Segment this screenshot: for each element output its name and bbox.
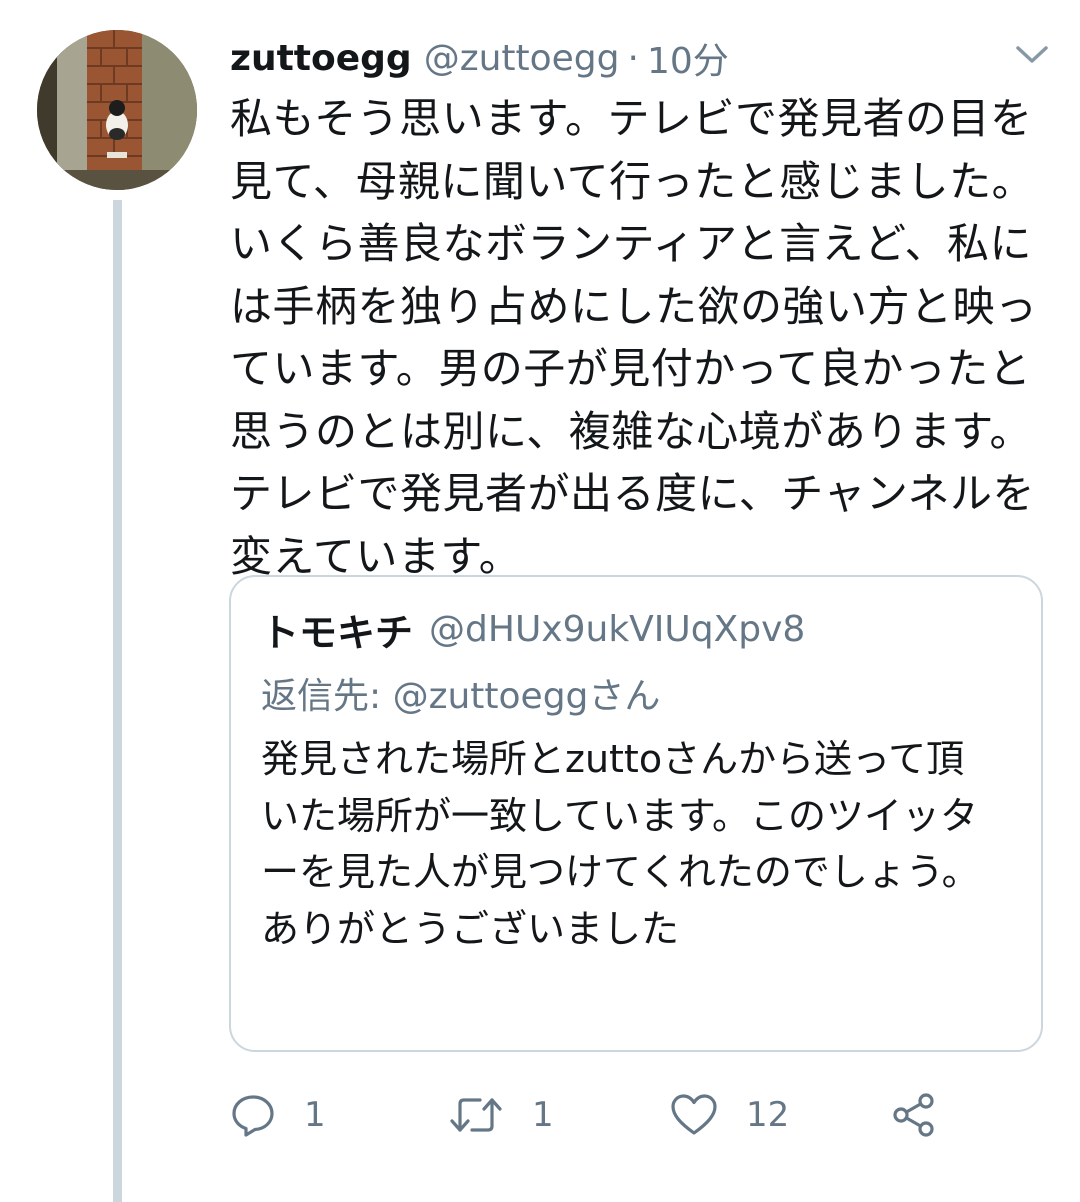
quoted-tweet-card[interactable]: トモキチ @dHUx9ukVIUqXpv8 返信先: @zuttoeggさん 発… — [229, 575, 1043, 1052]
quoted-author-handle: @dHUx9ukVIUqXpv8 — [429, 608, 806, 650]
retweet-button[interactable]: 1 — [448, 1085, 554, 1145]
retweet-icon — [450, 1098, 502, 1132]
reply-count: 1 — [304, 1095, 326, 1135]
avatar[interactable] — [37, 30, 197, 190]
quoted-author-display-name: トモキチ — [261, 610, 414, 655]
quoted-tweet-header: トモキチ @dHUx9ukVIUqXpv8 — [261, 601, 805, 657]
retweet-count: 1 — [532, 1095, 554, 1135]
separator-dot: · — [627, 37, 639, 79]
author-display-name[interactable]: zuttoegg — [230, 38, 412, 79]
like-count: 12 — [746, 1095, 790, 1135]
tweet-action-bar: 1 1 12 — [230, 1085, 1050, 1145]
tweet-timestamp[interactable]: 10分 — [647, 32, 729, 84]
tweet-menu-button[interactable] — [1012, 40, 1052, 70]
quoted-reply-to-label: 返信先: @zuttoeggさん — [261, 676, 661, 717]
reply-button[interactable]: 1 — [230, 1085, 326, 1145]
tweet-header: zuttoegg @zuttoegg · 10分 — [230, 28, 790, 88]
thread-connector-line — [113, 200, 122, 1202]
author-handle[interactable]: @zuttoegg — [424, 38, 620, 79]
share-button[interactable] — [890, 1085, 938, 1145]
tweet-body-text: 私もそう思います。テレビで発見者の目を見て、母親に聞いて行ったと感じました。いく… — [230, 94, 1038, 581]
chevron-down-icon — [1016, 46, 1048, 63]
heart-icon — [671, 1094, 717, 1135]
reply-icon — [232, 1095, 274, 1137]
quoted-tweet-body-text: 発見された場所とzuttoさんから送って頂いた場所が一致しています。このツイッタ… — [261, 737, 980, 951]
share-icon — [893, 1093, 934, 1137]
cat-photo-avatar-image — [37, 30, 197, 190]
like-button[interactable]: 12 — [670, 1085, 789, 1145]
